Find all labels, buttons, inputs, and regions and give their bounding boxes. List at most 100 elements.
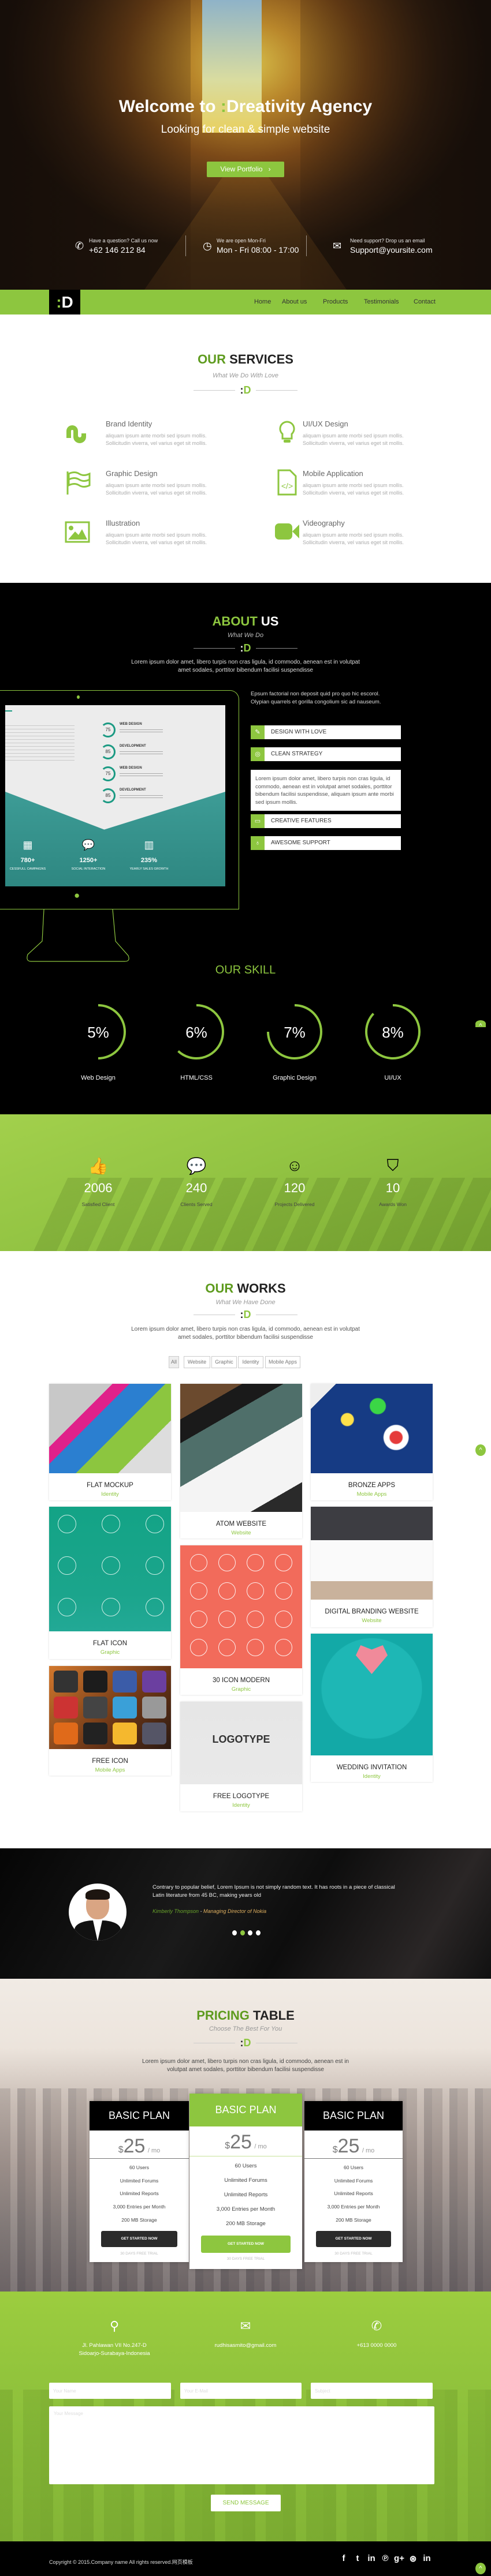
- portfolio-card[interactable]: FREE ICON Mobile Apps: [49, 1666, 171, 1776]
- price-divider: [90, 2158, 189, 2159]
- linkedin-icon[interactable]: in: [366, 2553, 377, 2563]
- plan-feature: Unlimited Reports: [334, 2191, 373, 2197]
- filter-mobile-apps[interactable]: Mobile Apps: [265, 1356, 300, 1368]
- stat-value: 240: [185, 1181, 207, 1195]
- name-input[interactable]: [49, 2383, 171, 2399]
- icon-wrap: [274, 420, 300, 446]
- description-line: Sollicitudin viverra, vel varius eget si…: [106, 440, 207, 446]
- filter-all[interactable]: All: [169, 1356, 179, 1368]
- icon-circle: [58, 1598, 76, 1616]
- nav-about-us[interactable]: About us: [282, 298, 307, 305]
- portfolio-category[interactable]: Website: [311, 1618, 433, 1624]
- scroll-top-icon[interactable]: ^: [475, 1020, 486, 1029]
- description-line: aliquam ipsum ante morbi sed ipsum molli…: [106, 433, 207, 439]
- info-value: Mon - Fri 08:00 - 17:00: [217, 245, 299, 254]
- description-line: Sollicitudin viverra, vel varius eget si…: [303, 490, 404, 496]
- portfolio-category[interactable]: Mobile Apps: [49, 1767, 171, 1773]
- title-accent: OUR: [205, 1281, 234, 1296]
- get-started-button[interactable]: GET STARTED NOW: [316, 2231, 391, 2247]
- portfolio-card[interactable]: FLAT ICON Graphic: [49, 1507, 171, 1659]
- icon-wrap: [274, 519, 300, 545]
- portfolio-title: FREE LOGOTYPE: [213, 1793, 270, 1800]
- contact-phone: ✆ +613 0000 0000: [319, 2319, 434, 2350]
- portfolio-title: WEDDING INVITATION: [336, 1764, 407, 1771]
- pinterest-icon[interactable]: ℗: [380, 2553, 391, 2563]
- carousel-dot[interactable]: [255, 1930, 261, 1935]
- portfolio-card[interactable]: LOGOTYPE FREE LOGOTYPE Identity: [180, 1702, 302, 1811]
- portfolio-card[interactable]: BRONZE APPS Mobile Apps: [311, 1384, 433, 1500]
- email-input[interactable]: [180, 2383, 302, 2399]
- nav-contact[interactable]: Contact: [414, 298, 436, 305]
- portfolio-thumbnail: [49, 1507, 171, 1631]
- portfolio-card[interactable]: FLAT MOCKUP Identity: [49, 1384, 171, 1500]
- portfolio-category[interactable]: Identity: [180, 1802, 302, 1809]
- portfolio-category[interactable]: Graphic: [49, 1649, 171, 1656]
- nav-testimonials[interactable]: Testimonials: [364, 298, 399, 305]
- info-support: ✉ Need support? Drop us an email Support…: [333, 238, 433, 254]
- author-name: Kimberly Thompson: [152, 1908, 199, 1914]
- about-title: ABOUT US: [0, 614, 491, 629]
- portfolio-card[interactable]: ATOM WEBSITE Website: [180, 1384, 302, 1538]
- carousel-dot[interactable]: [248, 1930, 252, 1935]
- message-textarea[interactable]: [49, 2406, 434, 2484]
- skill-percent: 8%: [382, 1024, 404, 1041]
- accordion-clean-strategy[interactable]: ◎ CLEAN STRATEGY: [251, 747, 401, 761]
- plan-feature: Unlimited Reports: [224, 2192, 268, 2198]
- portfolio-category[interactable]: Mobile Apps: [311, 1491, 433, 1497]
- view-portfolio-button[interactable]: View Portfolio ›: [207, 162, 284, 177]
- service-description: aliquam ipsum ante morbi sed ipsum molli…: [303, 531, 476, 546]
- smiley-icon: ☺: [286, 1156, 303, 1174]
- icon-circle: [190, 1554, 207, 1571]
- ring-text: [120, 793, 163, 799]
- google-plus-icon[interactable]: g+: [393, 2553, 405, 2563]
- accordion-design-with-love[interactable]: ✎ DESIGN WITH LOVE: [251, 725, 401, 739]
- back-to-top-button[interactable]: ^: [475, 2563, 486, 2574]
- plan-feature: Unlimited Forums: [224, 2177, 267, 2184]
- icon-circle: [190, 1639, 207, 1656]
- portfolio-thumbnail: [180, 1545, 302, 1668]
- about-side-text: Epsum factorial non deposit quid pro quo…: [251, 690, 381, 706]
- accordion-awesome-support[interactable]: ♁ AWESOME SUPPORT: [251, 836, 401, 850]
- portfolio-card[interactable]: DIGITAL BRANDING WEBSITE Website: [311, 1507, 433, 1627]
- portfolio-category[interactable]: Website: [180, 1530, 302, 1536]
- dribbble-icon[interactable]: ⊛: [407, 2553, 419, 2564]
- carousel-dot[interactable]: [240, 1930, 245, 1935]
- logo[interactable]: :D: [49, 290, 80, 314]
- portfolio-category[interactable]: Identity: [49, 1491, 171, 1497]
- svg-text:</>: </>: [281, 481, 293, 491]
- send-message-button[interactable]: SEND MESSAGE: [211, 2495, 281, 2511]
- portfolio-category[interactable]: Graphic: [180, 1686, 302, 1693]
- plan-feature: 3,000 Entries per Month: [113, 2204, 166, 2210]
- icon-circle: [247, 1554, 264, 1571]
- subject-input[interactable]: [311, 2383, 433, 2399]
- side-line: Olypian quarrels et gorilla congolium si…: [251, 699, 381, 705]
- filter-graphic[interactable]: Graphic: [211, 1356, 237, 1368]
- carousel-dot[interactable]: [232, 1930, 237, 1935]
- description-line: aliquam ipsum ante morbi sed ipsum molli…: [106, 482, 207, 488]
- filter-website[interactable]: Website: [184, 1356, 210, 1368]
- facebook-icon[interactable]: f: [338, 2553, 349, 2563]
- get-started-button[interactable]: GET STARTED NOW: [101, 2231, 177, 2247]
- twitter-icon[interactable]: t: [352, 2553, 363, 2563]
- nav-home[interactable]: Home: [254, 298, 271, 305]
- price-currency: $: [332, 2145, 338, 2155]
- price-divider: [304, 2158, 403, 2159]
- get-started-button[interactable]: GET STARTED NOW: [201, 2236, 291, 2253]
- progress-ring: 75: [101, 722, 116, 737]
- scroll-top-button[interactable]: ^: [475, 1444, 486, 1456]
- filter-identity[interactable]: Identity: [238, 1356, 263, 1368]
- app-icon: [113, 1671, 137, 1693]
- service-title: Graphic Design: [106, 469, 158, 478]
- image-icon: [65, 521, 90, 543]
- info-call: ✆ Have a question? Call us now +62 146 2…: [75, 238, 158, 254]
- about-intro: Lorem ipsum dolor amet, libero turpis no…: [0, 658, 491, 675]
- portfolio-category[interactable]: Identity: [311, 1773, 433, 1780]
- portfolio-card[interactable]: WEDDING INVITATION Identity: [311, 1634, 433, 1782]
- divider: [306, 235, 307, 256]
- nav-products[interactable]: Products: [323, 298, 348, 305]
- progress-ring: 75: [101, 766, 116, 781]
- accordion-creative-features[interactable]: ▭ CREATIVE FEATURES: [251, 814, 401, 828]
- ring-text: [120, 772, 163, 777]
- portfolio-card[interactable]: 30 ICON MODERN Graphic: [180, 1545, 302, 1695]
- linkedin-icon-2[interactable]: in: [421, 2553, 433, 2563]
